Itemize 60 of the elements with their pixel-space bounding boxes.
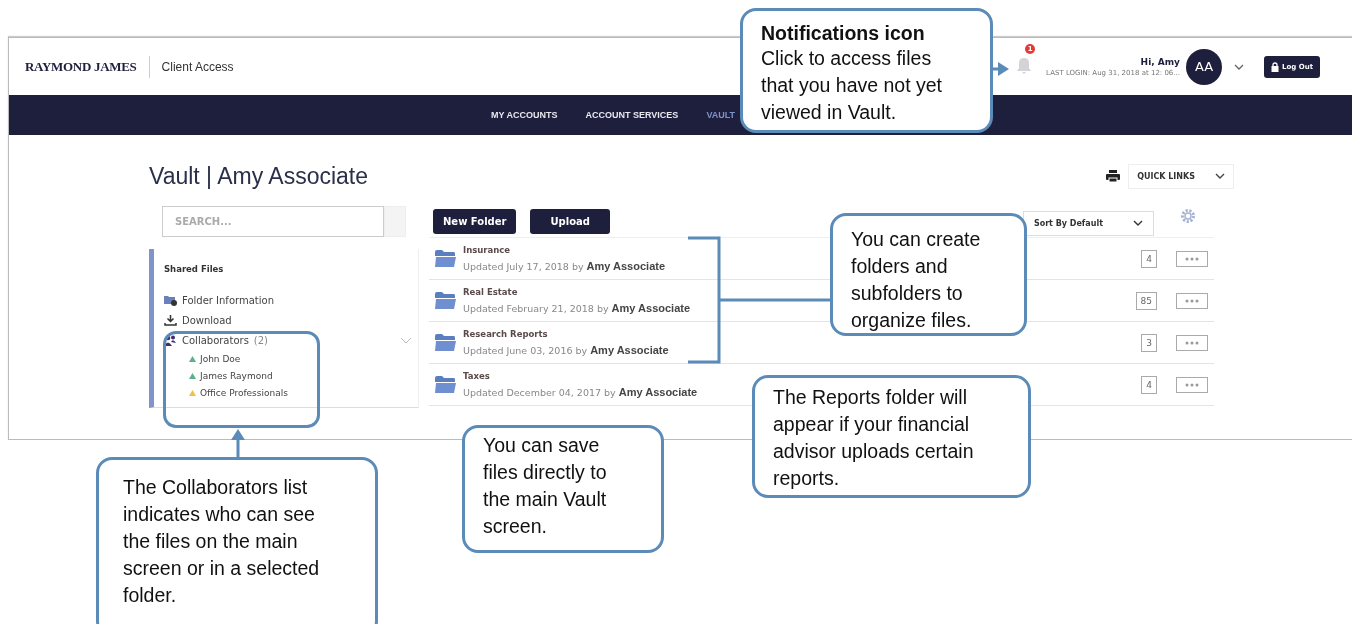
folder-info-icon [164,294,177,306]
ellipsis-icon [1185,256,1199,261]
page-title: Vault | Amy Associate [149,162,369,190]
collaborator-name: John Doe [200,353,241,364]
folder-updated: Updated June 03, 2016 by Amy Associate [463,344,669,356]
quick-links-dropdown[interactable]: QUICK LINKS [1128,163,1234,189]
ellipsis-icon [1185,298,1199,303]
callout-text: You can create folders and subfolders to organize files. [851,227,982,333]
toolbar-button[interactable]: Upload [530,209,610,234]
people-icon [164,334,177,346]
collaborators-toggle[interactable]: Collaborators (2) [164,330,269,350]
ellipsis-icon [1185,340,1199,345]
more-button[interactable] [1176,292,1208,309]
file-count: 4 [1141,375,1157,394]
file-count: 3 [1141,333,1157,352]
folder-updated: Updated December 04, 2017 by Amy Associate [463,386,698,398]
file-count: 4 [1141,249,1157,268]
sort-dropdown[interactable]: Sort By Default [1022,210,1154,236]
ellipsis-icon [1185,382,1199,387]
more-button[interactable] [1176,334,1208,351]
nav-tab[interactable]: MY ACCOUNTS [486,110,563,120]
folder-icon [435,292,456,309]
avatar[interactable]: AA [1186,48,1222,85]
callout-title: Notifications icon [761,21,926,45]
callout-text: The Collaborators list indicates who can see the files on the main screen or in a selected folder. [123,475,321,608]
nav-tab[interactable]: VAULT [701,110,741,120]
app-name: Client Access [161,59,234,74]
nav-tab[interactable]: ACCOUNT SERVICES [580,110,684,120]
collaborator-name: Office Professionals [200,387,288,398]
more-button[interactable] [1176,376,1208,393]
chevron-down-icon [1215,173,1225,179]
folder-name[interactable]: Taxes [463,371,698,381]
callout-text: You can save files directly to the main Vault screen. [483,433,608,539]
folder-icon [435,376,456,393]
brand-logo: RAYMOND JAMES [25,58,137,75]
callout-text: Click to access files that you have not yet viewed in Vault. [761,46,944,125]
settings-icon[interactable] [1180,207,1196,224]
toolbar-button[interactable]: New Folder [433,209,517,234]
greeting: Hi, Amy [1140,56,1180,67]
bell-icon[interactable] [1016,57,1033,76]
folder-updated: Updated February 21, 2018 by Amy Associate [463,302,691,314]
chevron-down-icon [1133,220,1143,226]
chevron-down-icon[interactable] [1234,63,1244,70]
sidebar-action[interactable]: Folder Information [164,290,418,310]
folder-name[interactable]: Real Estate [463,287,691,297]
lock-icon [1271,61,1279,72]
print-icon[interactable] [1106,169,1121,183]
collaborator-name: James Raymond [200,370,273,381]
folder-updated: Updated July 17, 2018 by Amy Associate [463,260,666,272]
folder-name[interactable]: Insurance [463,245,666,255]
download-icon [164,314,177,326]
folder-icon [435,250,456,267]
callout-text: The Reports folder will appear if your financial advisor uploads certain reports. [773,385,975,491]
search-field[interactable]: SEARCH... [162,206,384,237]
folder-icon [435,334,456,351]
more-button[interactable] [1176,250,1208,267]
sidebar-action[interactable]: Download [164,310,418,330]
file-count: 85 [1135,291,1157,310]
section-heading: Shared Files [164,264,225,274]
folder-name[interactable]: Research Reports [463,329,669,339]
